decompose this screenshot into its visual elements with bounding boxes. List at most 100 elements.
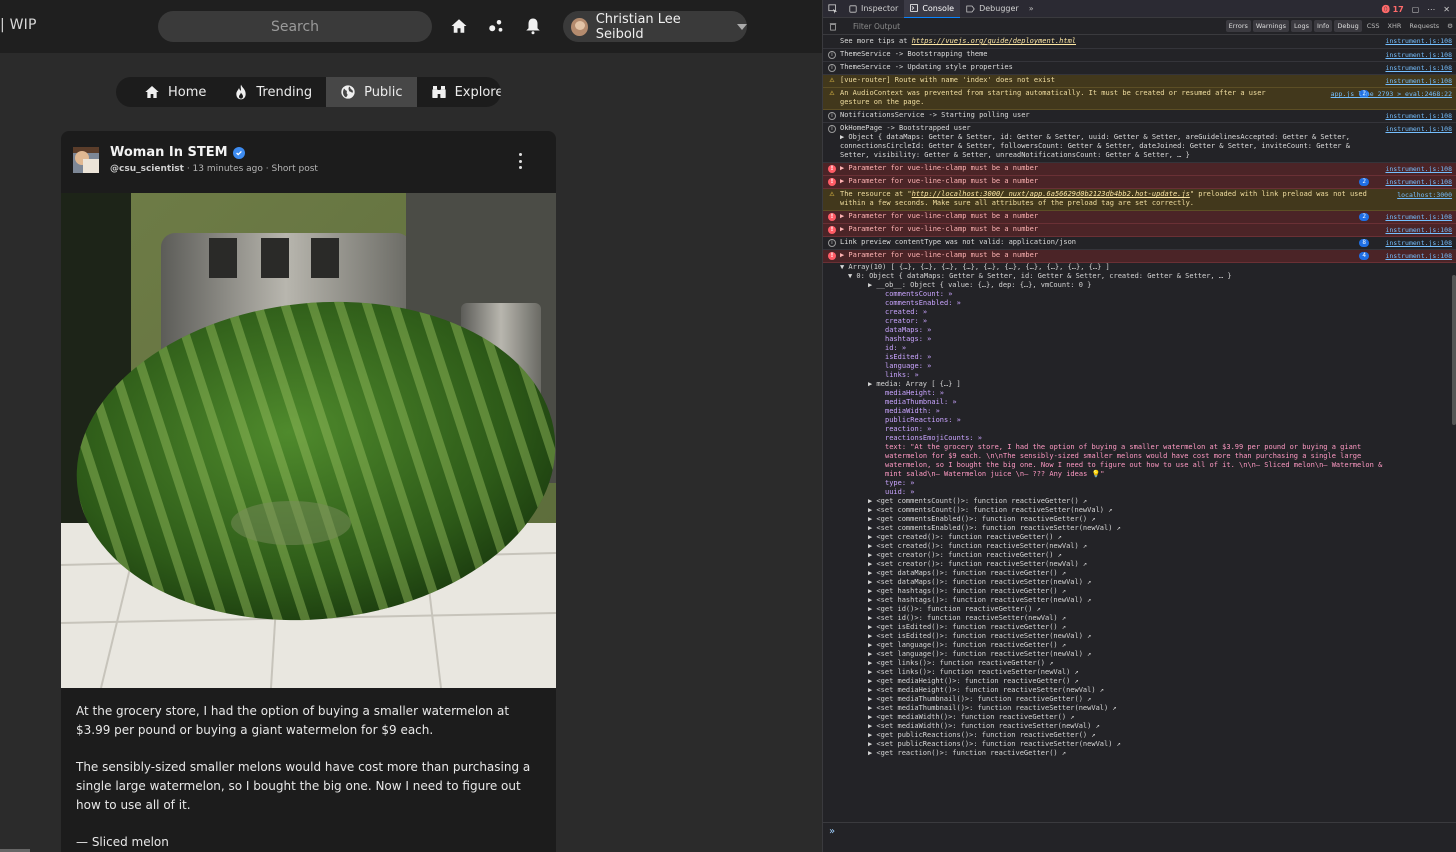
object-tree-node[interactable]: ▶ <set commentsEnabled()>: function reac… [840,524,1456,533]
close-icon[interactable]: ✕ [1443,5,1450,14]
console-log-row[interactable]: ⚠ The resource at "http://localhost:3000/… [823,189,1456,211]
object-tree-node[interactable]: ▶ <get commentsEnabled()>: function reac… [840,515,1456,524]
log-source-link[interactable]: localhost:3000 [1397,191,1452,200]
devtools-tab-inspector[interactable]: Inspector [843,0,904,18]
object-tree-node[interactable]: ▶ <set mediaHeight()>: function reactive… [840,686,1456,695]
object-tree-node[interactable]: ▶ <set language()>: function reactiveSet… [840,650,1456,659]
object-tree-node[interactable]: ▶ <set commentsCount()>: function reacti… [840,506,1456,515]
object-tree-node[interactable]: ▶ <get dataMaps()>: function reactiveGet… [840,569,1456,578]
filter-xhr-button[interactable]: XHR [1385,20,1405,32]
log-source-link[interactable]: instrument.js:108 [1385,64,1452,73]
console-log-row[interactable]: ⚠ [vue-router] Route with name 'index' do… [823,75,1456,88]
console-log-row[interactable]: i ThemeService -> Updating style properti… [823,62,1456,75]
log-source-link[interactable]: instrument.js:108 [1385,178,1452,187]
log-source-link[interactable]: app.js line 2793 > eval:2468:22 [1331,90,1452,99]
log-source-link[interactable]: instrument.js:108 [1385,125,1452,134]
log-source-link[interactable]: instrument.js:108 [1385,252,1452,261]
console-log-row[interactable]: ! ▶ Parameter for vue-line-clamp must be … [823,211,1456,224]
object-tree-node[interactable]: ▶ __ob__: Object { value: {…}, dep: {…},… [840,281,1456,290]
filter-info-button[interactable]: Info [1314,20,1333,32]
connections-icon[interactable] [485,15,507,37]
console-input[interactable]: » [823,822,1456,852]
object-tree-node[interactable]: ▶ <set links()>: function reactiveSetter… [840,668,1456,677]
console-log-row[interactable]: ! ▶ Parameter for vue-line-clamp must be … [823,250,1456,263]
object-tree-node[interactable]: ▶ <get creator()>: function reactiveGett… [840,551,1456,560]
object-tree-node[interactable]: ▶ <get mediaThumbnail()>: function react… [840,695,1456,704]
search-input[interactable] [158,11,432,42]
object-tree-node[interactable]: ▶ <get created()>: function reactiveGett… [840,533,1456,542]
notifications-bell-icon[interactable] [522,15,544,37]
filter-css-button[interactable]: CSS [1364,20,1383,32]
log-source-link[interactable]: instrument.js:108 [1385,226,1452,235]
object-tree-node[interactable]: ▶ <set mediaThumbnail()>: function react… [840,704,1456,713]
log-link[interactable]: http://localhost:3000/_nuxt/app.6a56629d… [912,190,1190,198]
object-tree-node[interactable]: ▶ <set creator()>: function reactiveSett… [840,560,1456,569]
console-log-row[interactable]: ! ▶ Parameter for vue-line-clamp must be … [823,224,1456,237]
more-tabs-chevron-icon[interactable]: » [1025,4,1038,13]
tab-public[interactable]: Public [326,77,417,107]
log-source-link[interactable]: instrument.js:108 [1385,213,1452,222]
object-tree-node[interactable]: ▶ <set hashtags()>: function reactiveSet… [840,596,1456,605]
console-log-row[interactable]: ! ▶ Parameter for vue-line-clamp must be … [823,176,1456,189]
object-tree-node[interactable]: ▶ <get hashtags()>: function reactiveGet… [840,587,1456,596]
log-source-link[interactable]: instrument.js:108 [1385,239,1452,248]
object-tree-node[interactable]: ▶ <get mediaWidth()>: function reactiveG… [840,713,1456,722]
object-tree-node[interactable]: ▶ <get links()>: function reactiveGetter… [840,659,1456,668]
object-tree-node[interactable]: ▶ <set id()>: function reactiveSetter(ne… [840,614,1456,623]
console-log-row[interactable]: i ThemeService -> Bootstrapping theme inst… [823,49,1456,62]
object-tree-node[interactable]: ▶ <get language()>: function reactiveGet… [840,641,1456,650]
filter-warnings-button[interactable]: Warnings [1252,20,1290,32]
object-tree-node[interactable]: ▼ Array(10) [ {…}, {…}, {…}, {…}, {…}, {… [840,263,1456,272]
log-link[interactable]: https://vuejs.org/guide/deployment.html [912,37,1076,45]
error-count-badge[interactable]: ⓿ 17 [1382,4,1404,15]
dock-side-icon[interactable]: ▢ [1412,5,1420,14]
console-log-row[interactable]: i NotificationsService -> Starting pollin… [823,110,1456,123]
object-tree-node[interactable]: ▶ <set dataMaps()>: function reactiveSet… [840,578,1456,587]
trash-icon[interactable] [823,22,843,31]
info-icon: i [828,125,836,133]
object-tree-node[interactable]: ▶ <get mediaHeight()>: function reactive… [840,677,1456,686]
home-icon[interactable] [448,15,470,37]
object-tree-node[interactable]: ▶ <set isEdited()>: function reactiveSet… [840,632,1456,641]
console-log-row[interactable]: See more tips at https://vuejs.org/guide… [823,36,1456,49]
post-author-avatar[interactable] [73,147,99,173]
filter-errors-button[interactable]: Errors [1225,20,1251,32]
console-log-row[interactable]: i OkHomePage -> Bootstrapped user ▶ Objec… [823,123,1456,163]
console-scrollbar[interactable] [1452,275,1456,425]
tab-explore[interactable]: Explore [417,77,501,107]
tab-trending[interactable]: Trending [220,77,326,107]
filter-requests-button[interactable]: Requests [1406,20,1442,32]
object-tree-node[interactable]: ▶ <set mediaWidth()>: function reactiveS… [840,722,1456,731]
log-source-link[interactable]: instrument.js:108 [1385,51,1452,60]
post-more-options-icon[interactable] [515,153,525,169]
tab-home[interactable]: Home [116,77,220,107]
filter-output-input[interactable] [843,19,1143,33]
log-source-link[interactable]: instrument.js:108 [1385,37,1452,46]
object-tree-node[interactable]: ▶ <get id()>: function reactiveGetter() … [840,605,1456,614]
overflow-menu-icon[interactable]: ⋯ [1427,5,1435,14]
log-source-link[interactable]: instrument.js:108 [1385,165,1452,174]
post-author-name[interactable]: Woman In STEM [110,145,228,160]
post-author-handle[interactable]: @csu_scientist [110,164,184,174]
object-tree-node[interactable]: ▶ <get reaction()>: function reactiveGet… [840,749,1456,758]
log-source-link[interactable]: instrument.js:108 [1385,112,1452,121]
devtools-tab-debugger[interactable]: Debugger [960,0,1025,18]
object-tree-node[interactable]: ▶ <get publicReactions()>: function reac… [840,731,1456,740]
object-tree-node[interactable]: ▶ <set publicReactions()>: function reac… [840,740,1456,749]
log-source-link[interactable]: instrument.js:108 [1385,77,1452,86]
object-tree-node[interactable]: ▶ media: Array [ {…} ] [840,380,1456,389]
object-tree-node[interactable]: ▶ <set created()>: function reactiveSett… [840,542,1456,551]
post-image[interactable] [61,193,556,688]
filter-logs-button[interactable]: Logs [1291,20,1313,32]
console-log-row[interactable]: i Link preview contentType was not valid:… [823,237,1456,250]
gear-icon[interactable]: ⚙ [1444,20,1456,32]
console-log-row[interactable]: ⚠ An AudioContext was prevented from star… [823,88,1456,110]
element-picker-icon[interactable] [823,0,843,18]
object-tree-node[interactable]: ▶ <get isEdited()>: function reactiveGet… [840,623,1456,632]
devtools-tab-console[interactable]: Console [904,0,961,18]
user-menu-button[interactable]: Christian Lee Seibold [563,11,747,42]
console-log-row[interactable]: ! ▶ Parameter for vue-line-clamp must be … [823,163,1456,176]
object-tree-node[interactable]: ▶ <get commentsCount()>: function reacti… [840,497,1456,506]
filter-debug-button[interactable]: Debug [1334,20,1362,32]
object-tree-node[interactable]: ▼ 0: Object { dataMaps: Getter & Setter,… [840,272,1456,281]
